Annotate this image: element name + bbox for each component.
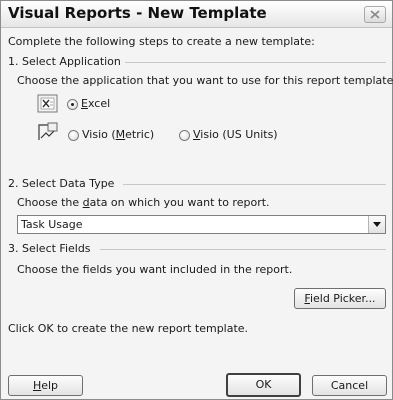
data-type-value: Task Usage: [21, 218, 83, 231]
field-picker-button[interactable]: Field Picker...: [294, 288, 386, 309]
excel-radio[interactable]: [67, 99, 78, 110]
dropdown-button[interactable]: [368, 216, 385, 233]
visio-metric-option-label[interactable]: Visio (Metric): [82, 128, 154, 141]
visio-us-radio[interactable]: [179, 130, 190, 141]
visual-reports-dialog: Visual Reports - New Template Complete t…: [0, 0, 393, 400]
step2-instruction: Choose the data on which you want to rep…: [17, 196, 270, 209]
cancel-button[interactable]: Cancel: [312, 375, 387, 396]
excel-option-label[interactable]: Excel: [81, 97, 110, 110]
radio-selected-dot: [71, 103, 74, 106]
ok-button[interactable]: OK: [226, 373, 301, 397]
data-type-select[interactable]: Task Usage: [17, 215, 386, 234]
step3-instruction: Choose the fields you want included in t…: [17, 263, 293, 276]
step1-divider: [125, 62, 386, 63]
step3-header: 3. Select Fields: [8, 242, 91, 255]
step2-divider: [123, 184, 386, 185]
visio-icon: [37, 122, 59, 142]
help-button[interactable]: Help: [8, 375, 83, 396]
dialog-title: Visual Reports - New Template: [8, 4, 267, 22]
excel-icon: [37, 94, 59, 114]
close-button[interactable]: [364, 6, 386, 23]
chevron-down-icon: [373, 222, 381, 227]
visio-us-option-label[interactable]: Visio (US Units): [193, 128, 278, 141]
title-bar[interactable]: Visual Reports - New Template: [1, 1, 392, 28]
step3-divider: [100, 249, 386, 250]
visio-metric-radio[interactable]: [68, 130, 79, 141]
close-icon: [370, 10, 380, 19]
step1-header: 1. Select Application: [8, 55, 121, 68]
intro-text: Complete the following steps to create a…: [8, 35, 315, 48]
step2-header: 2. Select Data Type: [8, 177, 115, 190]
step1-instruction: Choose the application that you want to …: [17, 74, 393, 87]
footer-note: Click OK to create the new report templa…: [8, 322, 249, 335]
